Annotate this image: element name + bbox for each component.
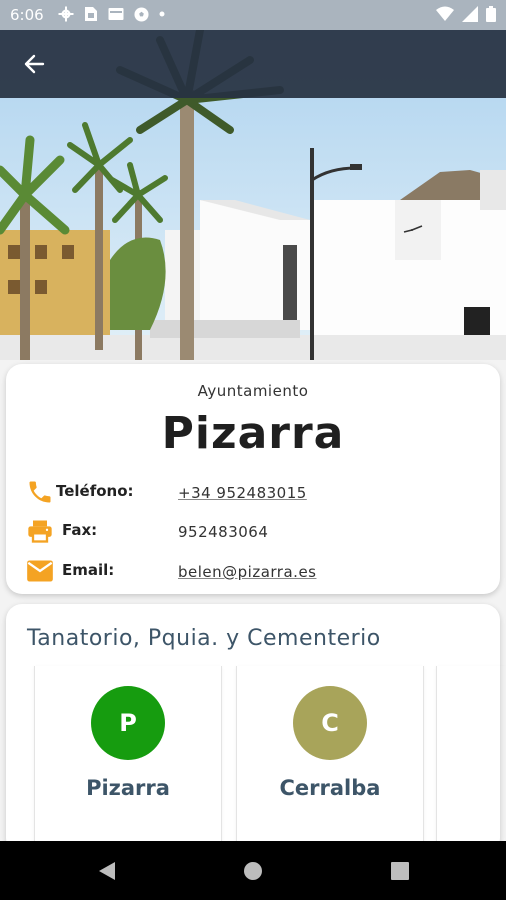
back-triangle-icon[interactable]: [95, 859, 119, 883]
email-row: Email: belen@pizarra.es: [6, 557, 500, 587]
service-name: Pizarra: [86, 776, 170, 800]
contact-card: Ayuntamiento Pizarra Teléfono: +34 95248…: [6, 364, 500, 594]
email-link[interactable]: belen@pizarra.es: [178, 563, 316, 581]
settings-icon: [58, 6, 74, 22]
fax-value: 952483064: [178, 523, 269, 541]
wifi-icon: [436, 6, 454, 21]
printer-icon: [28, 520, 52, 543]
org-subtitle: Ayuntamiento: [197, 382, 309, 400]
service-name: Cerralba: [279, 776, 381, 800]
service-item-partial[interactable]: [436, 666, 506, 856]
phone-label: Teléfono:: [56, 482, 134, 500]
org-title: Pizarra: [161, 408, 345, 459]
mail-icon: [27, 560, 53, 582]
back-button[interactable]: [18, 48, 50, 80]
phone-row: Teléfono: +34 952483015: [6, 478, 500, 508]
signal-icon: [462, 6, 478, 22]
battery-icon: [486, 6, 496, 22]
service-item-pizarra[interactable]: P Pizarra: [34, 666, 222, 856]
navigation-bar: [0, 841, 506, 900]
service-item-cerralba[interactable]: C Cerralba: [236, 666, 424, 856]
phone-link[interactable]: +34 952483015: [178, 484, 307, 502]
services-card: Tanatorio, Pquia. y Cementerio P Pizarra…: [6, 604, 500, 856]
email-label: Email:: [62, 561, 115, 579]
soccer-icon: [134, 6, 149, 22]
status-bar: 6:06: [0, 0, 506, 30]
service-avatar: C: [293, 686, 367, 760]
arrow-left-icon: [24, 54, 45, 74]
home-circle-icon[interactable]: [241, 859, 265, 883]
phone-icon: [29, 481, 51, 503]
notification-icons: [58, 6, 165, 22]
fax-row: Fax: 952483064: [6, 517, 500, 547]
app-bar: [0, 30, 506, 98]
service-avatar: P: [91, 686, 165, 760]
card-icon: [108, 8, 124, 20]
recents-square-icon[interactable]: [388, 859, 412, 883]
services-title: Tanatorio, Pquia. y Cementerio: [27, 626, 381, 651]
sim-card-icon: [85, 7, 97, 21]
dot-icon: [159, 11, 165, 17]
fax-label: Fax:: [62, 521, 98, 539]
system-status-icons: [436, 6, 496, 22]
status-time: 6:06: [10, 6, 44, 24]
